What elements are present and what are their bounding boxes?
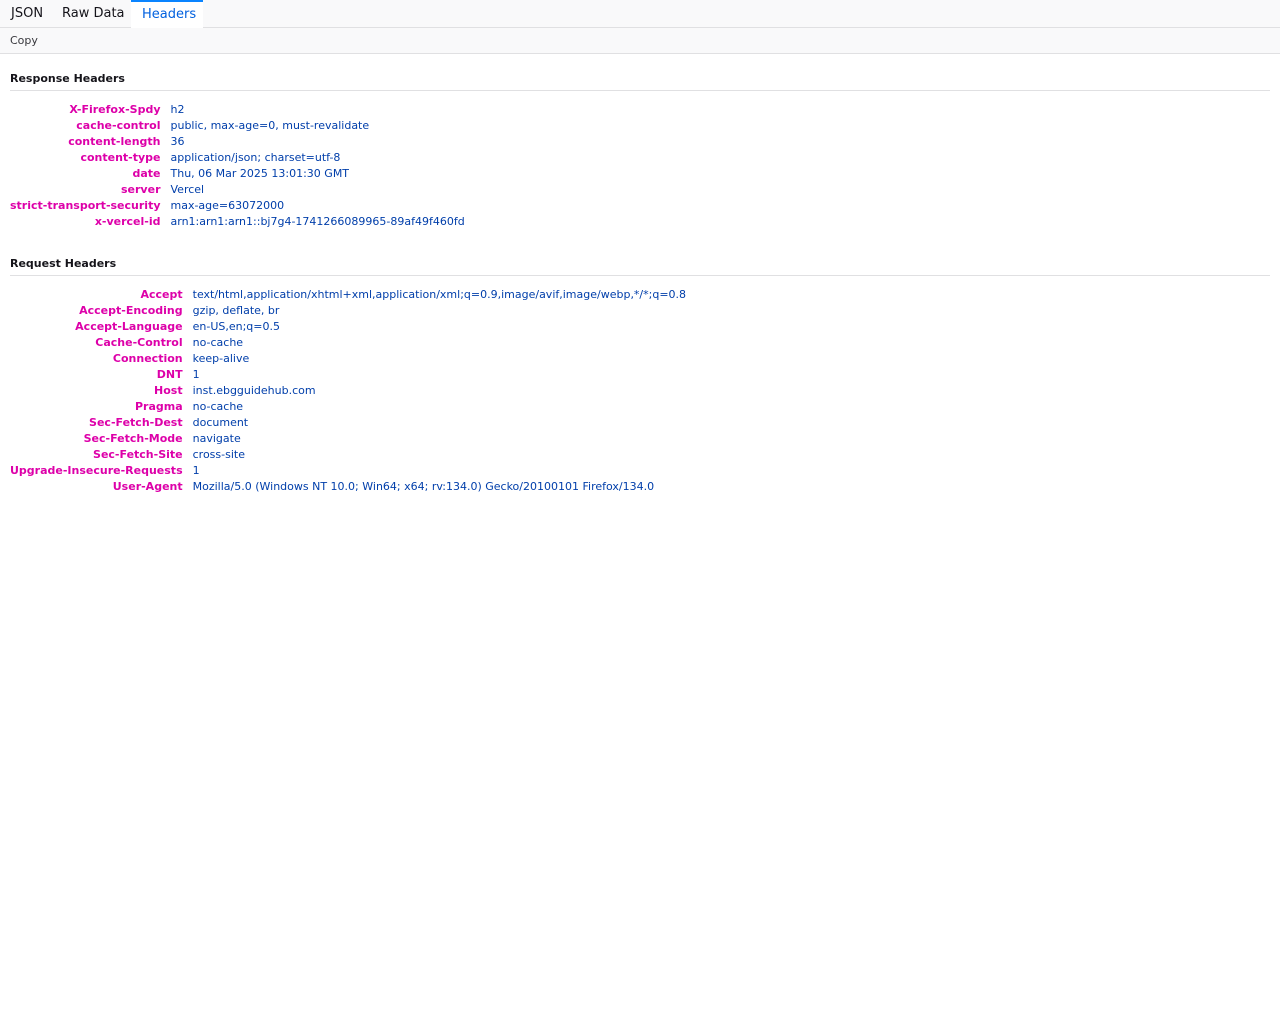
header-row: Sec-Fetch-Mode navigate [10, 431, 686, 447]
header-name: content-length [68, 135, 161, 148]
header-value: 1 [192, 464, 200, 477]
header-name: Cache-Control [95, 336, 183, 349]
header-value: navigate [192, 432, 241, 445]
header-value: arn1:arn1:arn1::bj7g4-1741266089965-89af… [170, 215, 465, 228]
response-headers-table: X-Firefox-Spdy h2 cache-control public, max… [10, 102, 465, 230]
section-divider [10, 275, 1270, 276]
header-row: Host inst.ebgguidehub.com [10, 383, 686, 399]
header-value: no-cache [192, 336, 244, 349]
header-value: Mozilla/5.0 (Windows NT 10.0; Win64; x64… [192, 480, 655, 493]
header-value: 1 [192, 368, 200, 381]
request-headers-table: Accept text/html,application/xhtml+xml,ap… [10, 287, 686, 495]
header-name: server [121, 183, 161, 196]
tab-json[interactable]: JSON [0, 0, 50, 28]
header-value: keep-alive [192, 352, 250, 365]
header-row: Sec-Fetch-Site cross-site [10, 447, 686, 463]
tab-headers[interactable]: Headers [131, 0, 203, 28]
header-row: Upgrade-Insecure-Requests 1 [10, 463, 686, 479]
toolbar: Copy [0, 28, 1280, 54]
copy-button[interactable]: Copy [10, 28, 38, 53]
header-value: h2 [170, 103, 185, 116]
header-name: Pragma [134, 400, 183, 413]
header-name: Upgrade-Insecure-Requests [10, 464, 183, 477]
header-value: no-cache [192, 400, 244, 413]
header-name: Accept [140, 288, 183, 301]
header-name: X-Firefox-Spdy [69, 103, 161, 116]
header-name: User-Agent [112, 480, 183, 493]
header-value: Vercel [170, 183, 205, 196]
header-row: Connection keep-alive [10, 351, 686, 367]
header-value: gzip, deflate, br [192, 304, 280, 317]
header-value: public, max-age=0, must-revalidate [170, 119, 370, 132]
header-name: x-vercel-id [94, 215, 161, 228]
header-name: Accept-Encoding [79, 304, 183, 317]
tab-raw-data[interactable]: Raw Data [50, 0, 131, 28]
header-row: content-length 36 [10, 134, 465, 150]
header-name: Host [154, 384, 183, 397]
header-row: Accept-Language en-US,en;q=0.5 [10, 319, 686, 335]
header-name: Sec-Fetch-Site [93, 448, 183, 461]
header-row: server Vercel [10, 182, 465, 198]
request-headers-title: Request Headers [10, 257, 117, 270]
header-row: Pragma no-cache [10, 399, 686, 415]
header-value: document [192, 416, 249, 429]
header-row: content-type application/json; charset=ut… [10, 150, 465, 166]
header-row: Accept-Encoding gzip, deflate, br [10, 303, 686, 319]
header-name: DNT [156, 368, 183, 381]
header-name: cache-control [76, 119, 161, 132]
header-value: application/json; charset=utf-8 [170, 151, 341, 164]
header-name: Accept-Language [75, 320, 183, 333]
header-value: max-age=63072000 [170, 199, 285, 212]
header-value: Thu, 06 Mar 2025 13:01:30 GMT [170, 167, 350, 180]
header-row: cache-control public, max-age=0, must-rev… [10, 118, 465, 134]
header-value: cross-site [192, 448, 245, 461]
section-divider [10, 90, 1270, 91]
header-name: strict-transport-security [10, 199, 161, 212]
header-name: Sec-Fetch-Mode [83, 432, 183, 445]
header-value: inst.ebgguidehub.com [192, 384, 316, 397]
header-name: content-type [80, 151, 161, 164]
header-name: Sec-Fetch-Dest [89, 416, 183, 429]
header-row: Accept text/html,application/xhtml+xml,ap… [10, 287, 686, 303]
header-row: DNT 1 [10, 367, 686, 383]
header-row: Sec-Fetch-Dest document [10, 415, 686, 431]
header-value: en-US,en;q=0.5 [192, 320, 281, 333]
response-headers-title: Response Headers [10, 72, 125, 85]
header-value: text/html,application/xhtml+xml,applicat… [192, 288, 687, 301]
header-row: X-Firefox-Spdy h2 [10, 102, 465, 118]
header-value: 36 [170, 135, 185, 148]
header-row: date Thu, 06 Mar 2025 13:01:30 GMT [10, 166, 465, 182]
header-name: date [132, 167, 161, 180]
header-row: User-Agent Mozilla/5.0 (Windows NT 10.0; … [10, 479, 686, 495]
header-name: Connection [112, 352, 183, 365]
header-row: Cache-Control no-cache [10, 335, 686, 351]
tab-bar: JSON Raw Data Headers [0, 0, 1280, 28]
header-row: strict-transport-security max-age=6307200… [10, 198, 465, 214]
header-row: x-vercel-id arn1:arn1:arn1::bj7g4-1741266… [10, 214, 465, 230]
